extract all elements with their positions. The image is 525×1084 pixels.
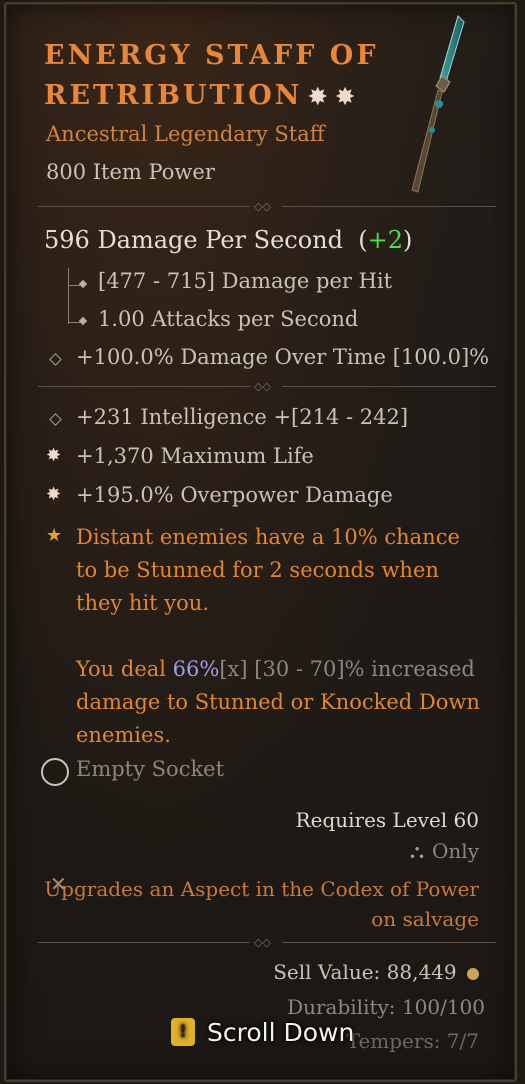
damage-per-hit: [477 - 715] Damage per Hit (98, 269, 393, 293)
required-level: Requires Level 60 (295, 808, 479, 832)
staff-icon (411, 15, 465, 193)
affix-max-life: +1,370 Maximum Life (76, 444, 314, 468)
aspect-text: Distant enemies have a 10% chance to be … (76, 525, 480, 747)
affix-overpower: +195.0% Overpower Damage (76, 483, 393, 507)
scroll-key-icon: ! (171, 1018, 195, 1046)
greater-affix-bullet-icon: ✸ (46, 445, 62, 466)
divider: ◇◇ (38, 201, 496, 212)
greater-affix-icon-2: ✸ (335, 84, 358, 110)
item-rarity: Ancestral Legendary Staff (46, 122, 325, 146)
item-tooltip: ENERGY STAFF OF RETRIBUTION ✸ ✸ Ancestral … (4, 2, 517, 1082)
greater-affix-icon: ✸ (308, 84, 330, 110)
tempers: Tempers: 7/7 (346, 1029, 479, 1053)
gold-coin-icon (467, 967, 479, 980)
dps-value: 596 Damage Per Second (44, 226, 343, 254)
dps-line: 596 Damage Per Second (+2) (44, 226, 413, 254)
attacks-per-second: 1.00 Attacks per Second (98, 307, 359, 331)
sorcerer-class-icon: ⛬ (410, 839, 425, 863)
scroll-down-prompt[interactable]: ! Scroll Down (171, 1012, 354, 1052)
scroll-down-label: Scroll Down (207, 1017, 355, 1047)
affix-intelligence: +231 Intelligence +[214 - 242] (76, 405, 409, 429)
sell-value: Sell Value: 88,449 (273, 960, 479, 984)
legendary-aspect-star-icon: ★ (46, 525, 63, 546)
divider-3: ◇◇ (38, 937, 496, 948)
item-power: 800 Item Power (46, 160, 215, 184)
divider-2: ◇◇ (38, 381, 496, 392)
class-restriction: ⛬ Only (410, 839, 479, 863)
implicit-affix: +100.0% Damage Over Time [100.0]% (76, 345, 490, 369)
item-name: ENERGY STAFF OF RETRIBUTION ✸ ✸ (44, 36, 424, 117)
dps-delta: +2 (367, 226, 404, 254)
empty-socket-label: Empty Socket (76, 757, 225, 781)
tree-line (68, 268, 69, 324)
affix-bullet-icon (49, 413, 62, 426)
implicit-bullet-icon (49, 353, 62, 366)
codex-note: Upgrades an Aspect in the Codex of Power… (44, 877, 479, 931)
greater-affix-bullet-icon-2: ✸ (46, 484, 62, 505)
empty-socket-icon (41, 758, 69, 786)
